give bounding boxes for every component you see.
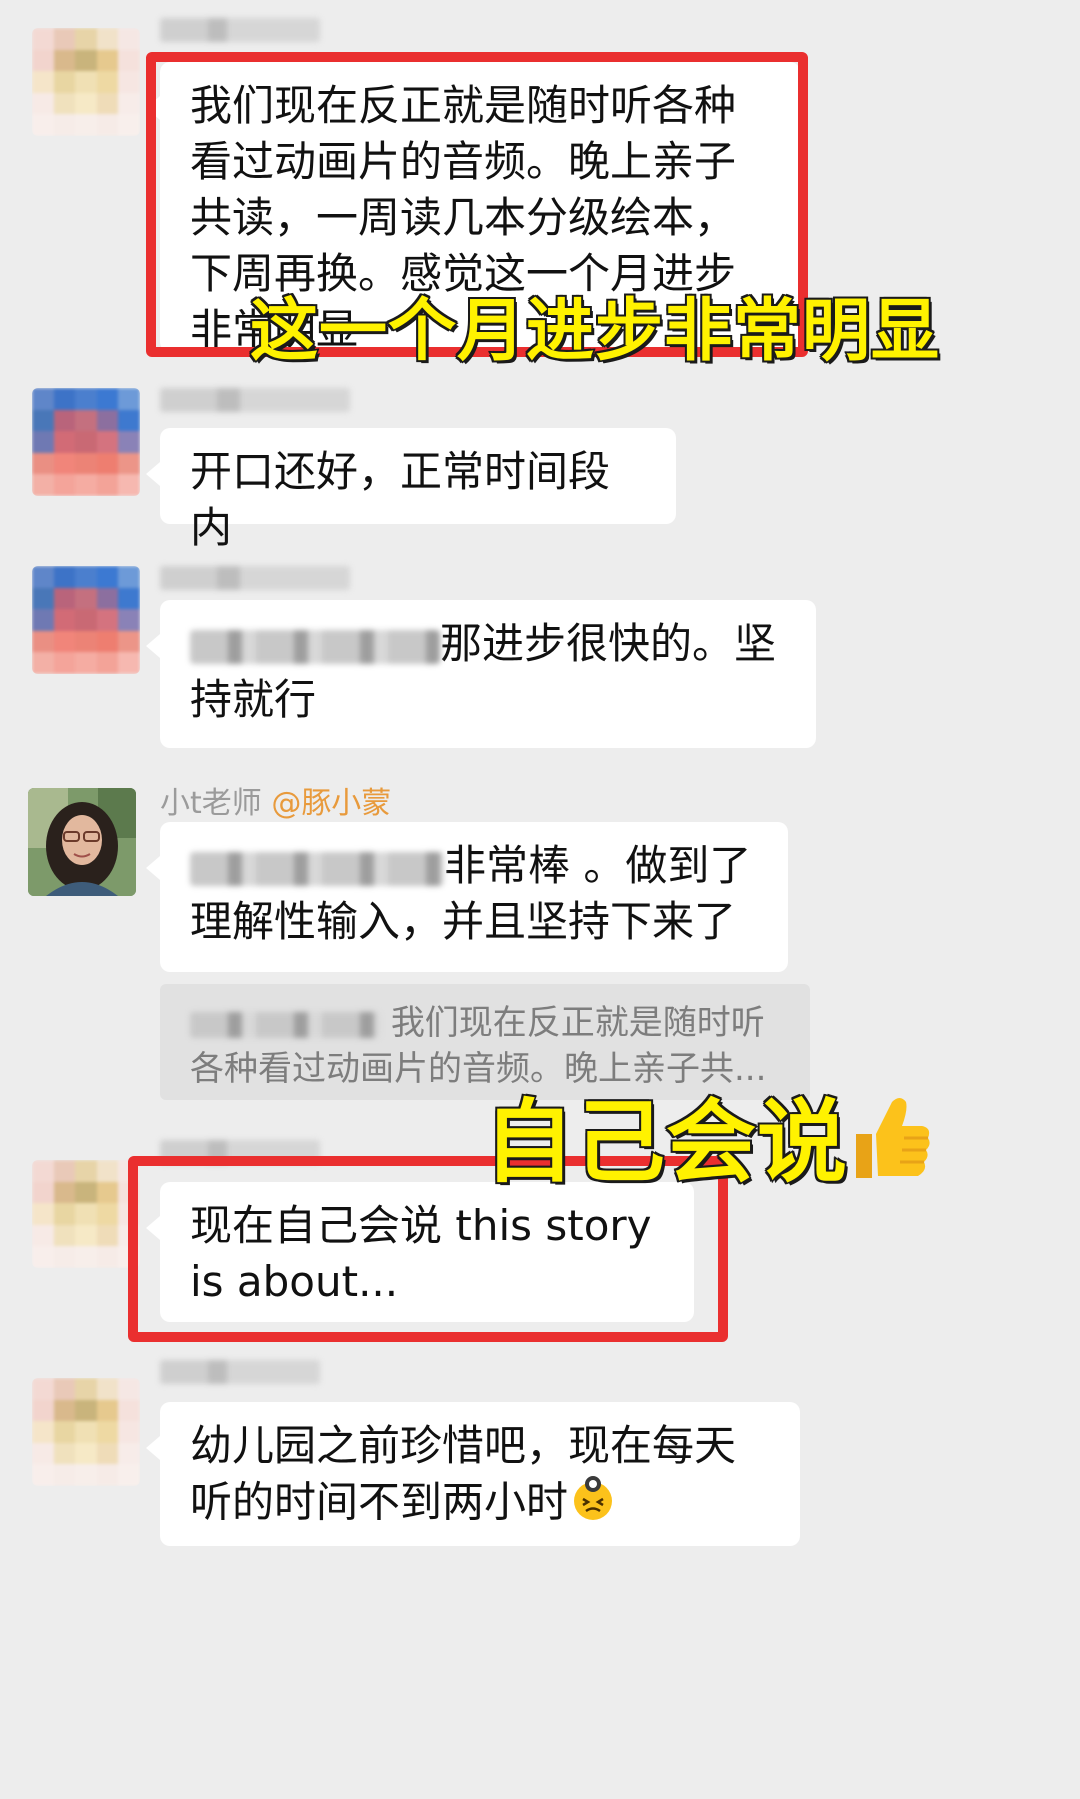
sender-name-blurred <box>160 18 320 42</box>
message-bubble[interactable]: 那进步很快的。坚持就行 <box>146 600 816 748</box>
avatar-blurred[interactable] <box>32 388 140 496</box>
sender-name-blurred <box>160 566 350 590</box>
caption-overlay: 这一个月进步非常明显 <box>248 291 941 373</box>
message-text: 理解性输入，并且坚持下来了 <box>190 897 737 946</box>
message-bubble[interactable]: 非常棒 。做到了 理解性输入，并且坚持下来了 <box>146 822 788 972</box>
message-bubble[interactable]: 幼儿园之前珍惜吧，现在每天听的时间不到两小时 <box>146 1402 800 1546</box>
sender-name-blurred <box>160 388 350 412</box>
caption-text: 自己会说 <box>483 1089 849 1195</box>
redacted-name <box>190 1011 380 1038</box>
caption-overlay: 自己会说 <box>483 1089 932 1204</box>
message-bubble[interactable]: 开口还好，正常时间段内 <box>146 428 676 552</box>
frustrated-emoji-icon <box>568 1474 618 1536</box>
quoted-message[interactable]: 我们现在反正就是随时听各种看过动画片的音频。晚上亲子共... <box>160 984 810 1100</box>
thumbs-up-icon <box>848 1092 932 1204</box>
message-text: 幼儿园之前珍惜吧，现在每天听的时间不到两小时 <box>190 1421 737 1527</box>
redacted-mention <box>190 851 444 886</box>
avatar-blurred[interactable] <box>32 566 140 674</box>
avatar-blurred[interactable] <box>32 1160 140 1268</box>
avatar-teacher[interactable] <box>28 788 136 896</box>
message-text: 开口还好，正常时间段内 <box>190 447 611 552</box>
sender-label: 小t老师 <box>160 786 262 821</box>
message-text: 非常棒 。做到了 <box>444 841 752 890</box>
redacted-mention <box>190 629 440 664</box>
teacher-photo-icon <box>28 788 136 896</box>
sender-name-blurred <box>160 1360 320 1384</box>
sender-name: 小t老师 @豚小蒙 <box>160 778 391 822</box>
avatar-blurred[interactable] <box>32 1378 140 1486</box>
avatar-blurred[interactable] <box>32 28 140 136</box>
mention-tag[interactable]: @豚小蒙 <box>271 786 391 821</box>
